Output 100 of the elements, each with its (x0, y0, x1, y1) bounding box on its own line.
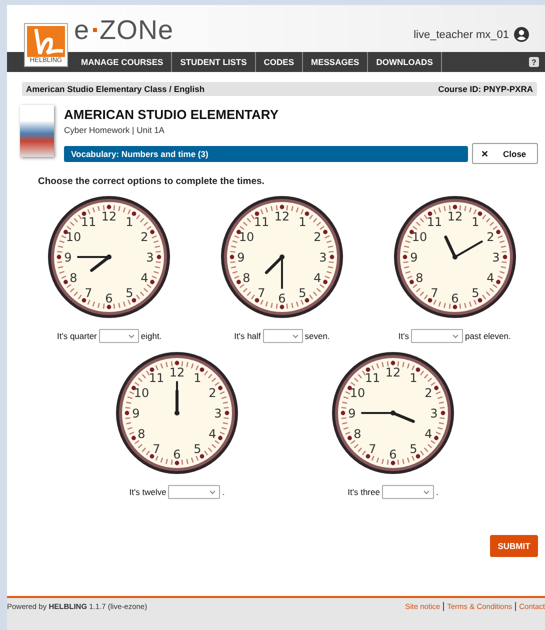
clock-numeral: 7 (152, 442, 160, 456)
clock-numeral: 7 (430, 286, 438, 300)
clock-numeral: 11 (254, 215, 270, 229)
brand-name: ZONe (100, 16, 174, 44)
answer-dropdown[interactable] (411, 329, 464, 343)
clock-numeral: 2 (208, 386, 216, 400)
nav-item[interactable]: MESSAGES (303, 52, 368, 72)
clock-numeral: 1 (410, 371, 418, 385)
course-subtitle: Cyber Homework | Unit 1A (64, 125, 166, 135)
close-icon: ✕ (481, 148, 489, 158)
answer-dropdown[interactable] (262, 329, 303, 343)
exercise-title-bar: Vocabulary: Numbers and time (3) (64, 146, 468, 162)
sentence-start: It's twelve (129, 487, 166, 497)
clock-numeral: 5 (126, 286, 134, 300)
clock-hands-drawing (444, 236, 482, 260)
answer-dropdown[interactable] (382, 485, 434, 499)
answer-dropdown[interactable] (98, 329, 139, 343)
clock-numeral: 4 (208, 427, 216, 441)
clock-hands-drawing (361, 410, 415, 423)
clock-numeral: 6 (173, 448, 181, 462)
clock-numeral: 3 (492, 250, 500, 264)
answer-dropdown[interactable] (168, 485, 220, 499)
chevron-icon (128, 334, 135, 338)
chevron-icon (209, 490, 216, 494)
clock-numeral: 9 (410, 250, 418, 264)
clock-numeral: 7 (258, 286, 266, 300)
clock-numeral: 2 (141, 230, 149, 244)
clock-numeral: 4 (424, 427, 432, 441)
user-avatar-icon[interactable] (514, 27, 529, 42)
clock-hands-drawing (264, 254, 284, 289)
submit-button[interactable]: SUBMIT (490, 535, 538, 557)
clock-numeral: 10 (134, 386, 150, 400)
clock-numeral: 4 (314, 271, 322, 285)
clock-numeral: 9 (132, 406, 140, 420)
clock-numeral: 2 (486, 230, 494, 244)
clock-numeral: 8 (138, 427, 146, 441)
clock-numeral: 6 (450, 292, 458, 306)
clock-numeral: 3 (430, 406, 438, 420)
sentence-end: eight. (140, 331, 162, 341)
clock-numeral: 6 (278, 292, 286, 306)
brand-prefix: e (74, 16, 90, 44)
clock-numeral: 12 (447, 210, 462, 224)
clock-numeral: 11 (364, 371, 380, 385)
sentence-end: past eleven. (465, 331, 511, 341)
clock-numeral: 10 (350, 386, 366, 400)
clock-numeral: 11 (426, 215, 442, 229)
clock-numeral: 10 (66, 230, 82, 244)
clock-numeral: 1 (298, 215, 306, 229)
clock-numeral: 5 (471, 286, 479, 300)
nav-item[interactable]: MANAGE COURSES (73, 52, 172, 72)
clock-numeral: 5 (194, 442, 202, 456)
logo-icon (27, 26, 65, 57)
chevron-icon (452, 334, 460, 338)
clock-numeral: 1 (194, 371, 202, 385)
clock-hands-drawing (174, 381, 180, 416)
clock-numeral: 6 (106, 292, 114, 306)
clock-numeral: 8 (415, 271, 423, 285)
clock-numeral: 9 (237, 250, 245, 264)
nav-item[interactable]: STUDENT LISTS (172, 52, 256, 72)
sentence-end: . (222, 487, 225, 497)
clock-numeral: 12 (102, 210, 117, 224)
clock-numeral: 10 (412, 230, 427, 244)
clock-numeral: 8 (70, 271, 78, 285)
clock-numeral: 9 (64, 250, 72, 264)
book-cover-image (20, 105, 54, 157)
sentence-end: . (436, 487, 438, 497)
user-name: live_teacher mx_01 (414, 28, 509, 40)
clock-numeral: 10 (238, 230, 254, 244)
chevron-icon (292, 334, 299, 338)
sentence-start: It's (398, 331, 410, 341)
sentence-start: It's three (348, 487, 380, 497)
chevron-icon (422, 490, 430, 494)
course-id: Course ID: PNYP-PXRA (438, 84, 533, 94)
clock-numeral: 12 (274, 210, 290, 224)
clock-numeral: 4 (486, 271, 494, 285)
clock-numeral: 3 (319, 250, 327, 264)
sentence-end: seven. (304, 331, 330, 341)
nav-item[interactable]: CODES (256, 52, 304, 72)
clock-numeral: 8 (242, 271, 250, 285)
clock-numeral: 3 (146, 250, 154, 264)
course-title: AMERICAN STUDIO ELEMENTARY (64, 107, 280, 122)
clock-numeral: 12 (385, 366, 401, 380)
clock-numeral: 1 (126, 215, 134, 229)
clock-numeral: 2 (314, 230, 322, 244)
clock-numeral: 4 (141, 271, 149, 285)
help-button[interactable]: ? (529, 57, 539, 67)
clock-numeral: 8 (354, 427, 362, 441)
clock-numeral: 5 (298, 286, 306, 300)
sentence-start: It's quarter (56, 331, 97, 341)
clock-numeral: 12 (169, 366, 185, 380)
instruction-text: Choose the correct options to complete the times. (38, 176, 266, 187)
clock-numeral: 6 (389, 448, 397, 462)
clock-numeral: 5 (410, 442, 418, 456)
nav-item[interactable]: DOWNLOADS (368, 52, 442, 72)
close-button[interactable]: ✕ Close (472, 143, 538, 164)
clock-numeral: 11 (148, 371, 164, 385)
clock-numeral: 2 (424, 386, 432, 400)
clock-numeral: 9 (348, 406, 356, 420)
clock-numeral: 11 (81, 215, 96, 229)
sentence-start: It's half (234, 331, 261, 341)
